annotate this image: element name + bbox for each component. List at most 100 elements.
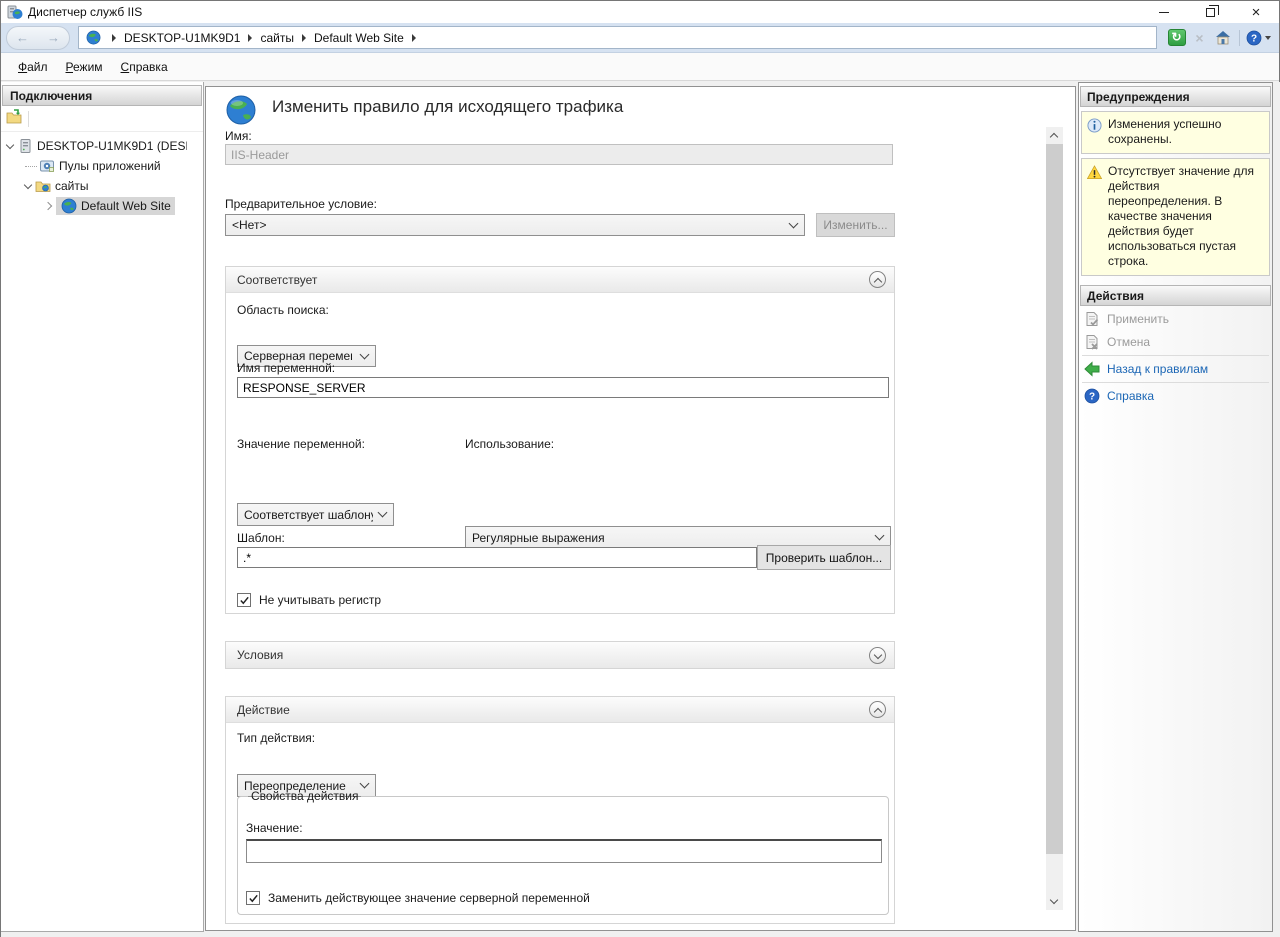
collapse-section-button[interactable] [869,271,886,288]
collapse-chevron-icon[interactable] [6,140,14,148]
pattern-input[interactable] [237,547,757,568]
tree-item-app-pools[interactable]: Пулы приложений [1,156,203,176]
breadcrumb[interactable]: DESKTOP-U1MK9D1 сайты Default Web Site [78,26,1157,49]
restore-icon [1206,8,1215,17]
sites-folder-icon [35,178,51,194]
warnings-header: Предупреждения [1080,86,1271,107]
cancel-action: Отмена [1079,331,1272,352]
replace-value-checkbox[interactable] [246,891,260,905]
action-properties-title: Свойства действия [248,789,361,803]
svg-text:?: ? [1250,33,1256,44]
breadcrumb-separator-icon [412,34,416,42]
tree-item-label: Default Web Site [81,199,171,213]
scroll-down-button[interactable] [1046,893,1063,910]
variable-name-input[interactable] [237,377,889,398]
chevron-down-icon [1050,896,1058,904]
window-controls: × [1141,1,1279,23]
save-connection-icon [6,109,22,125]
pattern-label: Шаблон: [237,531,285,545]
collapse-chevron-icon[interactable] [24,180,32,188]
actions-divider [1082,355,1269,356]
back-to-rules-action[interactable]: Назад к правилам [1079,358,1272,379]
tree-item-sites[interactable]: сайты [1,176,203,196]
back-nav-button[interactable]: ← [16,31,29,44]
scroll-up-button[interactable] [1046,127,1063,144]
test-pattern-button[interactable]: Проверить шаблон... [757,545,891,570]
actions-divider [1082,382,1269,383]
vertical-scrollbar[interactable] [1046,127,1063,910]
cancel-icon [1084,334,1100,350]
checkmark-icon [248,893,259,904]
value-input[interactable] [246,839,882,863]
home-button[interactable] [1213,29,1232,47]
tree-item-server[interactable]: DESKTOP-U1MK9D1 (DESKTOP [1,136,203,156]
website-globe-icon [61,198,77,214]
ignore-case-label: Не учитывать регистр [259,593,381,607]
scrollbar-thumb[interactable] [1046,144,1063,854]
conditions-section-header[interactable]: Условия [226,642,894,668]
tree-connector [25,166,37,167]
operation-value: Соответствует шаблону [244,508,373,522]
toolbar-divider [1239,30,1240,46]
close-button[interactable]: × [1233,1,1279,23]
name-input [225,144,893,165]
match-section-header[interactable]: Соответствует [226,267,894,293]
restart-button[interactable]: ↻ [1167,29,1186,47]
precondition-select[interactable]: <Нет> [225,214,805,236]
stop-icon: × [1195,30,1203,46]
minimize-button[interactable] [1141,1,1187,23]
warning-alert-text: Отсутствует значение для действия переоп… [1108,164,1265,269]
breadcrumb-item-sites[interactable]: сайты [260,31,294,45]
info-alert-text: Изменения успешно сохранены. [1108,117,1265,147]
tree-item-default-web-site[interactable]: Default Web Site [1,196,203,216]
window-title: Диспетчер служб IIS [28,5,142,19]
warning-icon [1087,165,1102,180]
save-connection-button[interactable] [6,109,22,128]
using-value: Регулярные выражения [472,531,605,545]
close-icon: × [1252,5,1261,20]
menu-file[interactable]: Файл [9,56,57,78]
variable-name-label: Имя переменной: [237,361,335,375]
expand-chevron-icon[interactable] [44,202,52,210]
breadcrumb-item-default-web-site[interactable]: Default Web Site [314,31,404,45]
svg-text:?: ? [1089,391,1095,402]
server-icon [17,138,33,154]
chevron-down-icon [874,650,882,658]
forward-nav-button[interactable]: → [47,31,60,44]
connections-header: Подключения [2,85,202,106]
iis-app-icon [7,4,23,20]
home-icon [1215,30,1231,46]
menu-mode[interactable]: Режим [57,56,112,78]
name-label: Имя: [225,129,252,143]
expand-section-button[interactable] [869,647,886,664]
help-button[interactable]: ? [1244,29,1263,47]
address-bar-tools: ↻ × ? [1163,29,1271,47]
warning-alert: Отсутствует значение для действия переоп… [1081,158,1270,276]
navigation-buttons: ← → [6,26,70,50]
page-title: Изменить правило для исходящего трафика [272,97,623,117]
edit-precondition-button: Изменить... [816,213,895,237]
tree-item-label: сайты [55,179,89,193]
menu-help[interactable]: Справка [112,56,177,78]
help-dropdown-caret-icon[interactable] [1265,36,1271,40]
action-section: Действие Тип действия: Переопределение С… [225,696,895,924]
connections-panel: Подключения DESKTOP-U1MK9D1 (DESKTOP [1,82,204,932]
connections-toolbar [1,106,203,132]
operation-select[interactable]: Соответствует шаблону [237,503,394,526]
iis-manager-window: Диспетчер служб IIS × ← → DESKTOP-U1MK9D… [0,0,1280,937]
info-icon [1087,118,1102,133]
action-section-title: Действие [237,703,290,717]
chevron-up-icon [1050,133,1058,141]
tree-item-label: DESKTOP-U1MK9D1 (DESKTOP [37,139,187,153]
menu-bar: Файл Режим Справка [1,53,1279,81]
breadcrumb-item-server[interactable]: DESKTOP-U1MK9D1 [124,31,240,45]
action-properties-group: Свойства действия Значение: Заменить дей… [237,789,889,915]
selected-tree-item[interactable]: Default Web Site [56,197,175,215]
collapse-section-button[interactable] [869,701,886,718]
actions-header: Действия [1080,285,1271,306]
ignore-case-checkbox[interactable] [237,593,251,607]
action-section-header[interactable]: Действие [226,697,894,723]
help-action[interactable]: ? Справка [1079,385,1272,406]
conditions-section-title: Условия [237,648,283,662]
restore-button[interactable] [1187,1,1233,23]
